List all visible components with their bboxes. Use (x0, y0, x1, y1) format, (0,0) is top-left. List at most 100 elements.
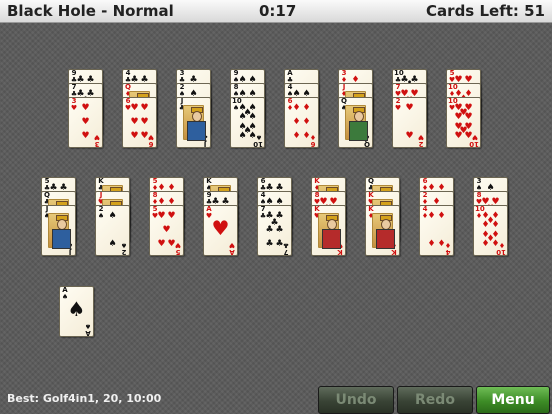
card-suit-icon: ♠ (84, 322, 92, 330)
playing-card[interactable]: 4 ♦ 4 ♦ ♦ ♦ ♦ ♦ (419, 205, 454, 256)
pip-icon: ♥ (130, 117, 139, 127)
pip-icon: ♠ (248, 131, 257, 141)
menu-button[interactable]: Menu (476, 386, 550, 414)
pip-icon: ♣ (265, 239, 274, 249)
card-pips: ♥ ♥ (400, 104, 419, 141)
card-rank-bottom: 6 (310, 140, 316, 148)
playing-card[interactable]: 6 ♥ 6 ♥ ♥ ♥ ♥ ♥ ♥ ♥ (122, 97, 157, 148)
card-pips: ♥ ♥ ♥ ♥ ♥ ♥ (130, 104, 149, 141)
playing-card[interactable]: 10 ♠ 10 ♠ ♠ ♠ ♠ ♠ ♠ ♠ ♠ ♠ ♠ ♠ (230, 97, 265, 148)
pip-icon: ♥ (81, 103, 90, 113)
pip-icon: ♦ (292, 117, 301, 127)
pip-icon: ♦ (292, 103, 301, 113)
pip-icon: ♦ (491, 239, 500, 249)
card-pips: ♣♣♣♣♣♣♣ (265, 212, 284, 249)
pip-icon: ♥ (454, 112, 463, 123)
playing-card[interactable]: 10 ♥ 10 ♥ ♥ ♥ ♥ ♥ ♥ ♥ ♥ ♥ ♥ ♥ (446, 97, 481, 148)
pip-icon: ♥ (167, 211, 176, 221)
pip-icon: ♠ (238, 131, 247, 141)
pip-icon: ♥ (454, 131, 463, 141)
card-pips: ♥ ♥ ♥ (76, 104, 95, 141)
pip-icon: ♥ (464, 131, 473, 141)
card-pips: ♦♦♦♦♦♦♦♦♦♦ (481, 212, 500, 249)
redo-button[interactable]: Redo (397, 386, 473, 414)
card-rank-bottom: J (203, 140, 207, 148)
playing-card[interactable]: 7♣7♣♣♣♣♣♣♣♣ (257, 205, 292, 256)
playing-card[interactable]: 2 ♥ 2 ♥ ♥ ♥ (392, 97, 427, 148)
card-pips: ♦♦♦♦♦♦ (292, 104, 311, 141)
pip-icon: ♥ (405, 131, 414, 141)
best-score: Best: Golf4in1, 20, 10:00 (7, 392, 162, 405)
playing-card[interactable]: 5♥5♥♥♥♥♥♥ (149, 205, 184, 256)
card-rank-bottom: 4 (445, 248, 451, 256)
pip-icon: ♥ (81, 131, 90, 141)
card-pips: ♠♠ (103, 212, 122, 249)
cards-left-counter: Cards Left: 51 (426, 2, 545, 20)
card-pips: ♥♥♥♥♥ (157, 212, 176, 249)
pip-icon: ♥ (162, 225, 171, 235)
card-rank-bottom: A (229, 248, 235, 256)
ace-pip-icon: ♥ (211, 216, 230, 240)
pip-icon: ♦ (292, 131, 301, 141)
pip-icon: ♥ (140, 117, 149, 127)
game-title: Black Hole - Normal (7, 2, 174, 20)
card-index-bottom: A ♥ (228, 241, 236, 255)
playing-card[interactable]: 10♦10♦♦♦♦♦♦♦♦♦♦♦ (473, 205, 508, 256)
face-card-portrait-icon (372, 213, 395, 249)
game-timer: 0:17 (259, 2, 297, 20)
playing-card[interactable]: 2♠2♠♠♠ (95, 205, 130, 256)
pip-icon: ♦ (302, 103, 311, 113)
card-pips: ♦ ♦ ♦ ♦ (427, 212, 446, 249)
playing-card[interactable]: J♣J♣ (176, 97, 211, 148)
pip-icon: ♥ (157, 239, 166, 249)
pip-icon: ♥ (405, 103, 414, 113)
pip-icon: ♦ (302, 117, 311, 127)
card-rank-bottom: 10 (496, 248, 506, 256)
pip-icon: ♥ (130, 103, 139, 113)
card-rank-bottom: 2 (418, 140, 424, 148)
pip-icon: ♦ (427, 239, 436, 249)
card-rank-bottom: 3 (94, 140, 100, 148)
playing-card[interactable]: 3 ♥ 3 ♥ ♥ ♥ ♥ (68, 97, 103, 148)
card-pips: ♥ ♥ ♥ ♥ ♥ ♥ ♥ ♥ ♥ ♥ (454, 104, 473, 141)
pip-icon: ♦ (437, 211, 446, 221)
card-rank-bottom: 6 (148, 140, 154, 148)
card-rank-bottom: 2 (121, 248, 127, 256)
undo-button[interactable]: Undo (318, 386, 394, 414)
card-rank-bottom: 7 (283, 248, 289, 256)
pip-icon: ♣ (275, 239, 284, 249)
pip-icon: ♦ (481, 220, 490, 231)
card-index-bottom: A ♠ (84, 322, 92, 336)
playing-card[interactable]: 6♦6♦♦♦♦♦♦♦ (284, 97, 319, 148)
card-rank-bottom: Q (364, 140, 370, 148)
card-rank-bottom: 10 (469, 140, 479, 148)
pip-icon: ♥ (157, 211, 166, 221)
card-rank-bottom: J (68, 248, 72, 256)
pip-icon: ♠ (108, 211, 117, 221)
black-hole-foundation-card: A ♠ A ♠ ♠ (59, 286, 94, 337)
ace-pip-icon: ♠ (67, 297, 86, 321)
top-bar: Black Hole - Normal 0:17 Cards Left: 51 (0, 0, 552, 23)
playing-card[interactable]: A ♥ A ♥ ♥ (203, 205, 238, 256)
playing-card[interactable]: Q♠Q♠ (338, 97, 373, 148)
playing-card[interactable]: K♥K♥ (311, 205, 346, 256)
card-rank-bottom: 10 (253, 140, 263, 148)
playing-card[interactable]: K♦K♦ (365, 205, 400, 256)
pip-icon: ♠ (108, 239, 117, 249)
card-rank-bottom: 5 (175, 248, 181, 256)
face-card-portrait-icon (183, 105, 206, 141)
playing-card[interactable]: J♠J♠ (41, 205, 76, 256)
card-rank-bottom: K (391, 248, 397, 256)
card-pips: ♠ ♠ ♠ ♠ ♠ ♠ ♠ ♠ ♠ ♠ (238, 104, 257, 141)
pip-icon: ♦ (491, 220, 500, 231)
pip-icon: ♥ (130, 131, 139, 141)
face-card-portrait-icon (318, 213, 341, 249)
pip-icon: ♦ (437, 239, 446, 249)
pip-icon: ♣ (265, 225, 274, 235)
pip-icon: ♥ (464, 112, 473, 123)
pip-icon: ♦ (427, 211, 436, 221)
pip-icon: ♦ (481, 239, 490, 249)
pip-icon: ♠ (238, 112, 247, 123)
face-card-portrait-icon (345, 105, 368, 141)
pip-icon: ♥ (167, 239, 176, 249)
